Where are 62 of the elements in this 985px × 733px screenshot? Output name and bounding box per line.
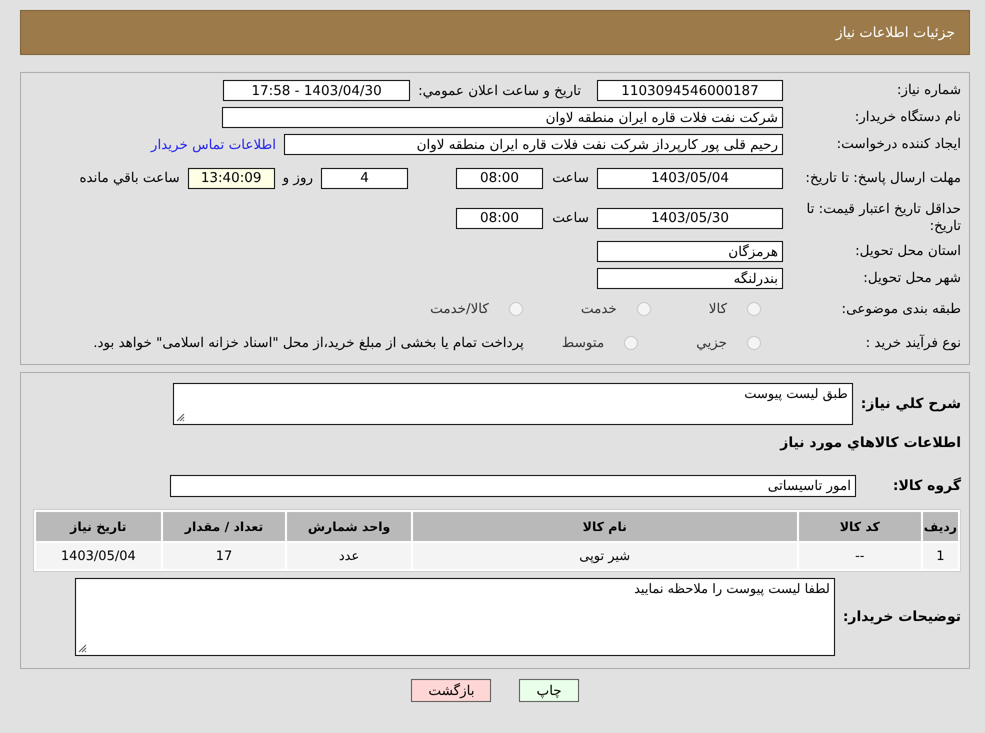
field-label: شماره نیاز: [896, 82, 961, 99]
field-label: نوع فرآیند خرید : [864, 334, 961, 352]
table-cell: 17 [162, 543, 286, 569]
field-label: ساعت باقي مانده [79, 170, 180, 186]
field-label: مهلت ارسال پاسخ: تا تاریخ: [804, 170, 961, 186]
field-label: ساعت [551, 210, 589, 226]
buyer-name-field: شرکت نفت فلات قاره ایران منطقه لاوان [222, 107, 783, 128]
field-label: گروه کالا: [892, 478, 961, 494]
field-label: طبقه بندی موضوعی: [840, 300, 961, 318]
column-header: تاريخ نياز [36, 512, 161, 541]
back-button[interactable]: بازگشت [411, 679, 492, 702]
description-field[interactable]: طبق لیست پیوست [172, 383, 853, 425]
buyer-contact-link[interactable]: اطلاعات تماس خريدار [150, 136, 276, 152]
city-field: بندرلنگه [597, 268, 783, 289]
section-title: اطلاعات کالاهاي مورد نياز [780, 434, 961, 450]
days-field: 4 [321, 168, 408, 188]
field-label: توضیحات خریدار: [842, 609, 961, 625]
buyer-notes-field[interactable]: لطفا لیست پیوست را ملاحظه نمایید [74, 578, 835, 656]
column-header: ردیف [922, 512, 958, 541]
table-cell: شیر توپی [412, 543, 797, 569]
payment-note: پرداخت تمام يا بخشی از مبلغ خريد،از محل "اسناد خزانه اسلامی" خواهد بود. [93, 335, 524, 351]
field-label: حداقل تاریخ اعتبار قیمت: تا تاریخ: [806, 201, 961, 235]
print-button[interactable]: چاپ [519, 679, 579, 702]
column-header: واحد شمارش [287, 512, 411, 541]
field-label: استان محل تحویل: [854, 243, 961, 260]
resize-grip-icon [176, 413, 185, 422]
radio-button[interactable] [624, 336, 638, 350]
radio-button[interactable] [636, 302, 651, 316]
province-field: هرمزگان [597, 241, 783, 262]
remaining-time-field: 13:40:09 [188, 168, 275, 188]
radio-button[interactable] [508, 302, 523, 316]
radio-button[interactable] [747, 302, 761, 316]
reply-date-field: 1403/05/04 [597, 168, 783, 188]
validity-date-field: 1403/05/30 [597, 208, 783, 228]
header-title: جزئیات اطلاعات نیاز [836, 24, 955, 40]
validity-time-field: 08:00 [456, 208, 543, 228]
field-label: شهر محل تحویل: [862, 270, 961, 287]
field-label: ساعت [551, 170, 589, 186]
field-label: ایجاد کننده درخواست: [836, 136, 961, 153]
field-label: روز و [282, 170, 313, 186]
radio-button[interactable] [747, 336, 761, 350]
radio-label: خدمت [580, 301, 617, 317]
column-header: تعداد / مقدار [162, 512, 286, 541]
radio-label: جزيي [696, 335, 727, 351]
table-cell: 1 [922, 543, 958, 569]
requester-field: رحیم قلی پور کارپرداز شرکت نفت فلات قاره ایران منطقه لاوان [284, 134, 783, 155]
field-label: تاريخ و ساعت اعلان عمومي: [418, 82, 581, 98]
field-label: نام دستگاه خریدار: [854, 109, 961, 126]
field-label: شرح کلي نياز: [860, 396, 961, 412]
column-header: نام کالا [412, 512, 797, 541]
resize-grip-icon [78, 644, 87, 653]
need-number-field: 1103094546000187 [597, 80, 783, 101]
table-cell: -- [798, 543, 921, 569]
goods-group-field: امور تاسیساتی [170, 474, 856, 496]
table-cell: 1403/05/04 [36, 543, 161, 569]
radio-label: کالا [708, 301, 727, 317]
announce-date-field: 1403/04/30 - 17:58 [223, 80, 410, 101]
column-header: کد کالا [798, 512, 921, 541]
radio-label: کالا/خدمت [430, 301, 489, 317]
reply-time-field: 08:00 [456, 168, 543, 188]
radio-label: متوسط [562, 335, 604, 351]
table-cell: عدد [287, 543, 411, 569]
